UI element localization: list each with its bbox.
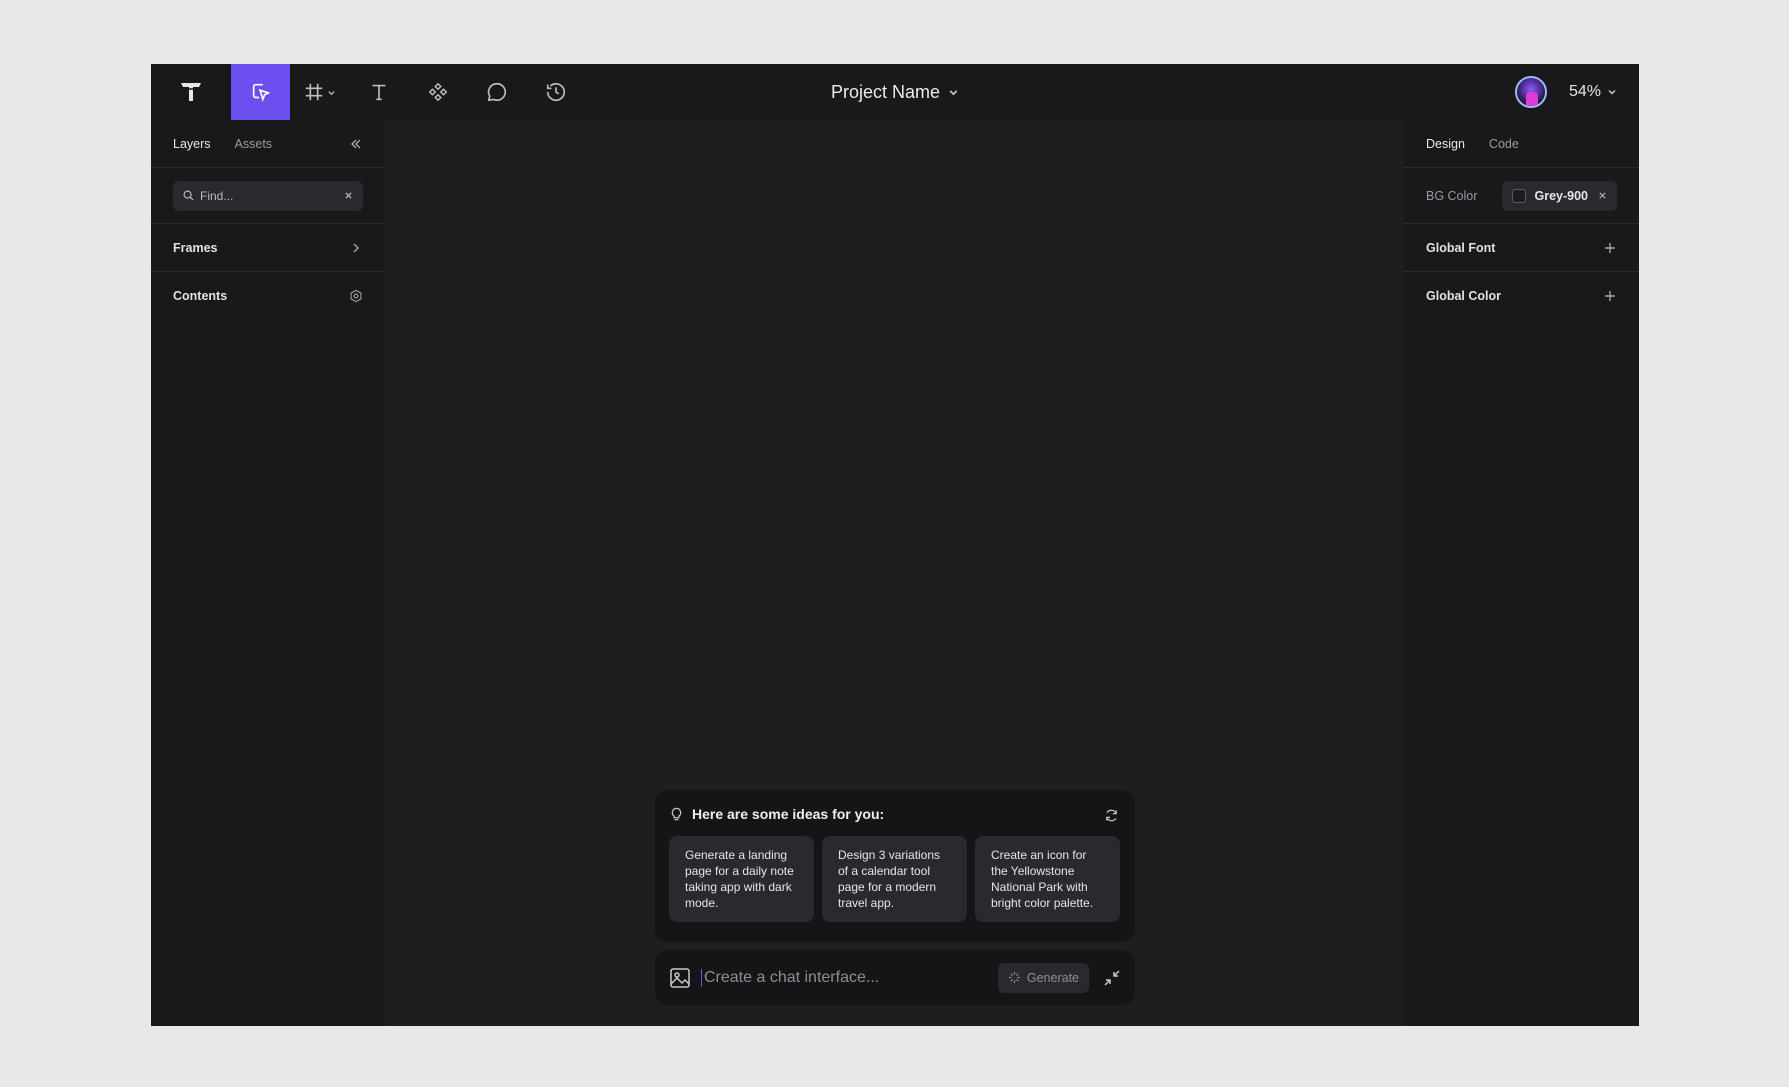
history-icon [546, 83, 565, 102]
project-name: Project Name [830, 81, 941, 102]
global-font-section[interactable]: Global Font [1404, 224, 1639, 272]
chevron-down-icon [328, 90, 335, 95]
bg-color-value: Grey-900 [1534, 188, 1588, 203]
chevron-down-icon [949, 89, 958, 95]
components-tool-button[interactable] [408, 64, 467, 120]
ideas-heading: Here are some ideas for you: [692, 806, 885, 822]
user-avatar[interactable] [1514, 76, 1547, 108]
global-font-label: Global Font [1426, 240, 1496, 255]
tab-code[interactable]: Code [1489, 137, 1519, 151]
generate-button[interactable]: Generate [997, 962, 1089, 993]
contents-label: Contents [173, 289, 228, 303]
minimize-icon[interactable] [1103, 969, 1121, 987]
top-right-controls: 54% [1514, 64, 1617, 120]
chat-prompt-bar: Create a chat interface... Generate [655, 950, 1135, 1005]
ideas-header: Here are some ideas for you: [669, 806, 1121, 822]
frames-section[interactable]: Frames [151, 224, 385, 272]
project-name-dropdown[interactable]: Project Name [831, 64, 959, 120]
add-icon[interactable] [1603, 241, 1617, 255]
right-panel: Design Code BG Color Grey-900 Global Fon… [1404, 120, 1639, 1026]
comment-bubble-icon [487, 82, 506, 102]
idea-card[interactable]: Create an icon for the Yellowstone Natio… [975, 836, 1120, 922]
components-icon [428, 82, 447, 102]
remove-icon[interactable] [1598, 191, 1607, 200]
lightbulb-icon [671, 807, 682, 820]
refresh-icon[interactable] [1104, 808, 1119, 823]
top-toolbar: Project Name 54% [151, 64, 1639, 120]
frame-tool-button[interactable] [290, 64, 349, 120]
bg-color-label: BG Color [1426, 188, 1478, 203]
workspace: Layers Assets Find... Frames Contents He… [151, 120, 1639, 1026]
design-canvas[interactable]: Here are some ideas for you: Generate a … [385, 120, 1404, 1026]
clear-icon[interactable] [344, 191, 353, 200]
global-color-section[interactable]: Global Color [1404, 272, 1639, 320]
search-icon [183, 190, 194, 201]
frames-label: Frames [173, 240, 218, 255]
select-tool-button[interactable] [231, 64, 290, 120]
cursor-select-icon [252, 83, 270, 102]
search-placeholder: Find... [200, 188, 234, 203]
idea-card[interactable]: Generate a landing page for a daily note… [669, 836, 814, 922]
left-panel-tabs: Layers Assets [151, 120, 385, 168]
logo-icon [181, 83, 201, 101]
collapse-panel-icon[interactable] [349, 137, 363, 151]
comments-tool-button[interactable] [467, 64, 526, 120]
ideas-panel: Here are some ideas for you: Generate a … [655, 790, 1135, 942]
frame-hash-icon [305, 83, 323, 101]
text-tool-button[interactable] [349, 64, 408, 120]
tab-layers[interactable]: Layers [173, 137, 211, 151]
right-panel-tabs: Design Code [1404, 120, 1639, 168]
layer-search-container: Find... [151, 168, 385, 224]
layer-search-input[interactable]: Find... [173, 180, 363, 211]
tab-design[interactable]: Design [1426, 137, 1465, 151]
contents-section[interactable]: Contents [151, 272, 385, 320]
chevron-right-icon [353, 243, 359, 252]
idea-cards: Generate a landing page for a daily note… [669, 836, 1121, 922]
bg-color-chip[interactable]: Grey-900 [1502, 180, 1617, 211]
sparkle-icon [1008, 971, 1020, 984]
zoom-level: 54% [1568, 83, 1601, 100]
app-logo[interactable] [151, 64, 231, 120]
idea-card[interactable]: Design 3 variations of a calendar tool p… [822, 836, 967, 922]
tab-assets[interactable]: Assets [235, 137, 273, 151]
history-tool-button[interactable] [526, 64, 585, 120]
settings-hexagon-icon[interactable] [349, 289, 363, 303]
color-swatch [1512, 188, 1527, 203]
global-color-label: Global Color [1426, 289, 1501, 303]
app-window: Project Name 54% Layers Assets Find... F… [151, 64, 1639, 1026]
bg-color-row: BG Color Grey-900 [1404, 168, 1639, 224]
text-icon [372, 84, 385, 101]
generate-label: Generate [1026, 970, 1079, 985]
chevron-down-icon [1608, 89, 1616, 95]
left-panel: Layers Assets Find... Frames Contents [151, 120, 385, 1026]
add-icon[interactable] [1603, 289, 1617, 303]
prompt-input[interactable]: Create a chat interface... [701, 968, 998, 987]
zoom-dropdown[interactable]: 54% [1569, 83, 1617, 101]
image-upload-icon[interactable] [669, 967, 691, 989]
